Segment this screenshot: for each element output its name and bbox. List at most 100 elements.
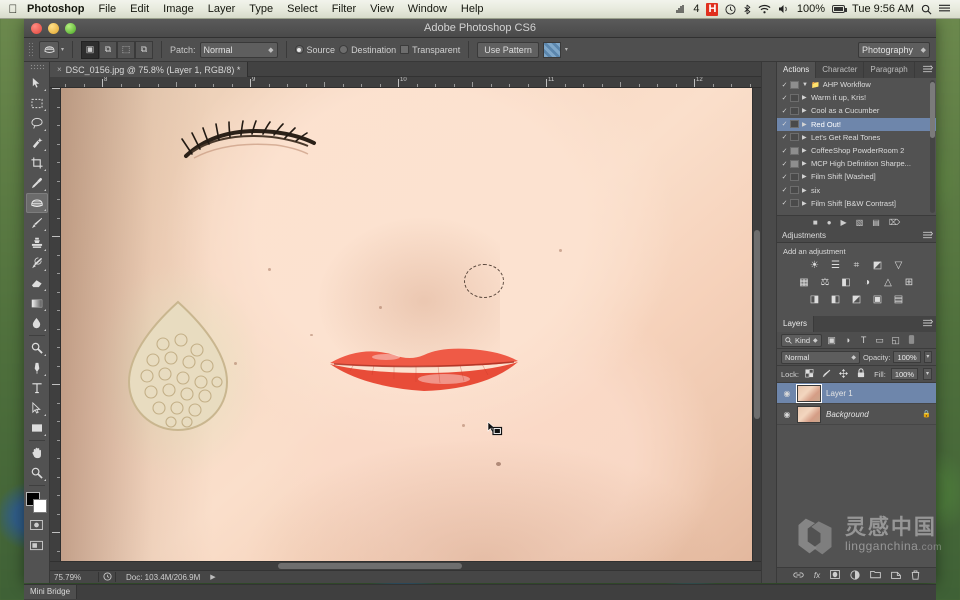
hand-tool[interactable] — [26, 443, 48, 463]
layer-style-button[interactable]: fx — [814, 571, 820, 580]
filter-smart-objects-icon[interactable]: ◱ — [890, 335, 902, 346]
chevron-down-icon[interactable]: ▾ — [565, 46, 568, 53]
blend-mode-select[interactable]: Normal ◆ — [781, 350, 860, 364]
color-swatches[interactable] — [25, 491, 49, 515]
brush-tool[interactable] — [26, 213, 48, 233]
color-lookup-adjustment[interactable]: ⊞ — [902, 276, 917, 289]
battery-icon[interactable] — [832, 5, 848, 13]
action-dialog-toggle-icon[interactable] — [790, 106, 799, 115]
panel-menu-icon[interactable] — [922, 65, 934, 75]
channel-mixer-adjustment[interactable]: △ — [881, 276, 896, 289]
posterize-adjustment[interactable]: ◧ — [828, 293, 843, 306]
color-balance-adjustment[interactable]: ⚖ — [818, 276, 833, 289]
menu-item-window[interactable]: Window — [401, 0, 454, 19]
lock-position-icon[interactable] — [838, 368, 850, 380]
image-canvas[interactable] — [61, 88, 752, 561]
action-row[interactable]: ✓ ▶ MCP High Definition Sharpe... — [777, 157, 936, 170]
disclosure-triangle-icon[interactable]: ▼ — [802, 82, 811, 88]
canvas-vertical-scrollbar[interactable] — [752, 88, 761, 561]
disclosure-triangle-icon[interactable]: ▶ — [802, 107, 811, 114]
menu-item-view[interactable]: View — [363, 0, 401, 19]
status-menu-arrow-icon[interactable]: ▶ — [210, 573, 215, 581]
menu-item-file[interactable]: File — [91, 0, 123, 19]
action-dialog-toggle-icon[interactable] — [790, 186, 799, 195]
menu-item-help[interactable]: Help — [454, 0, 491, 19]
filter-enable-toggle-icon[interactable] — [906, 334, 918, 347]
clone-stamp-tool[interactable] — [26, 233, 48, 253]
options-bar-grip[interactable] — [28, 41, 33, 58]
path-selection-tool[interactable] — [26, 398, 48, 418]
close-icon[interactable]: × — [57, 65, 62, 74]
action-dialog-toggle-icon[interactable] — [790, 80, 799, 89]
vertical-ruler[interactable] — [50, 88, 61, 561]
layer-thumbnail[interactable] — [797, 405, 821, 423]
zoom-tool[interactable] — [26, 463, 48, 483]
menu-item-image[interactable]: Image — [156, 0, 201, 19]
add-layer-mask-button[interactable] — [830, 570, 840, 581]
action-toggle-check-icon[interactable]: ✓ — [779, 186, 790, 194]
tab-layers[interactable]: Layers — [777, 316, 815, 332]
eyedropper-tool[interactable] — [26, 173, 48, 193]
chevron-down-icon[interactable]: ▾ — [61, 46, 64, 53]
action-row[interactable]: ✓ ▶ CoffeeShop PowderRoom 2 — [777, 144, 936, 157]
action-row[interactable]: ✓ ▶ Cool as a Cucumber — [777, 104, 936, 117]
stop-playing-button[interactable]: ■ — [813, 218, 818, 227]
create-new-action-button[interactable]: ▤ — [872, 218, 880, 227]
invert-adjustment[interactable]: ◨ — [807, 293, 822, 306]
opacity-stepper[interactable]: ▾ — [923, 351, 932, 363]
pattern-swatch-icon[interactable] — [542, 41, 561, 58]
transparent-checkbox[interactable]: Transparent — [400, 45, 460, 55]
patch-mode-select[interactable]: Normal ◆ — [199, 41, 278, 58]
lock-image-pixels-icon[interactable] — [821, 369, 833, 380]
action-dialog-toggle-icon[interactable] — [790, 172, 799, 181]
menu-item-edit[interactable]: Edit — [123, 0, 156, 19]
dodge-tool[interactable] — [26, 338, 48, 358]
disclosure-triangle-icon[interactable]: ▶ — [802, 134, 811, 141]
action-row[interactable]: ✓ ▶ Film Shift [Washed] — [777, 170, 936, 183]
crop-tool[interactable] — [26, 153, 48, 173]
action-toggle-check-icon[interactable]: ✓ — [779, 133, 790, 141]
tool-preset-picker[interactable]: ▾ — [39, 40, 64, 59]
clock-datetime[interactable]: Tue 9:56 AM — [852, 3, 914, 15]
opacity-field[interactable]: 100% — [893, 351, 921, 363]
action-toggle-check-icon[interactable]: ✓ — [779, 120, 790, 128]
mini-bridge-tab[interactable]: Mini Bridge — [24, 585, 78, 599]
action-dialog-toggle-icon[interactable] — [790, 199, 799, 208]
new-group-button[interactable] — [870, 570, 881, 581]
menu-item-filter[interactable]: Filter — [325, 0, 363, 19]
tab-paragraph[interactable]: Paragraph — [864, 62, 915, 78]
disclosure-triangle-icon[interactable]: ▶ — [802, 94, 811, 101]
brightness-contrast-adjustment[interactable]: ☀ — [807, 259, 822, 272]
window-titlebar[interactable]: Adobe Photoshop CS6 — [24, 19, 936, 38]
destination-radio[interactable]: Destination — [339, 45, 396, 55]
scrollbar-thumb[interactable] — [930, 82, 935, 138]
action-dialog-toggle-icon[interactable] — [790, 146, 799, 155]
bluetooth-icon[interactable] — [743, 4, 751, 15]
delete-action-button[interactable]: ⌦ — [889, 218, 900, 227]
menu-item-photoshop[interactable]: Photoshop — [20, 0, 91, 19]
type-tool[interactable] — [26, 378, 48, 398]
history-brush-tool[interactable] — [26, 253, 48, 273]
action-dialog-toggle-icon[interactable] — [790, 133, 799, 142]
volume-icon[interactable] — [778, 4, 790, 14]
quick-selection-tool[interactable] — [26, 133, 48, 153]
action-toggle-check-icon[interactable]: ✓ — [779, 199, 790, 207]
spotlight-search-icon[interactable] — [921, 4, 932, 15]
lock-all-icon[interactable] — [855, 368, 867, 380]
rectangle-shape-tool[interactable] — [26, 418, 48, 438]
action-row[interactable]: ✓ ▶ Red Out! — [777, 117, 936, 131]
action-toggle-check-icon[interactable]: ✓ — [779, 160, 790, 168]
new-layer-button[interactable] — [891, 570, 901, 581]
eraser-tool[interactable] — [26, 273, 48, 293]
action-toggle-check-icon[interactable]: ✓ — [779, 107, 790, 115]
menu-item-select[interactable]: Select — [280, 0, 325, 19]
action-row[interactable]: ✓ ▶ Let's Get Real Tones — [777, 131, 936, 144]
workspace-select[interactable]: Photography ◆ — [858, 41, 930, 58]
screen-mode-toggle[interactable] — [26, 535, 48, 555]
photo-filter-adjustment[interactable]: ◑ — [860, 276, 875, 289]
threshold-adjustment[interactable]: ◩ — [849, 293, 864, 306]
apple-logo-icon[interactable]:  — [6, 3, 20, 15]
new-adjustment-layer-button[interactable] — [850, 569, 860, 582]
curves-adjustment[interactable]: ⌗ — [849, 259, 864, 272]
disclosure-triangle-icon[interactable]: ▶ — [802, 121, 811, 128]
